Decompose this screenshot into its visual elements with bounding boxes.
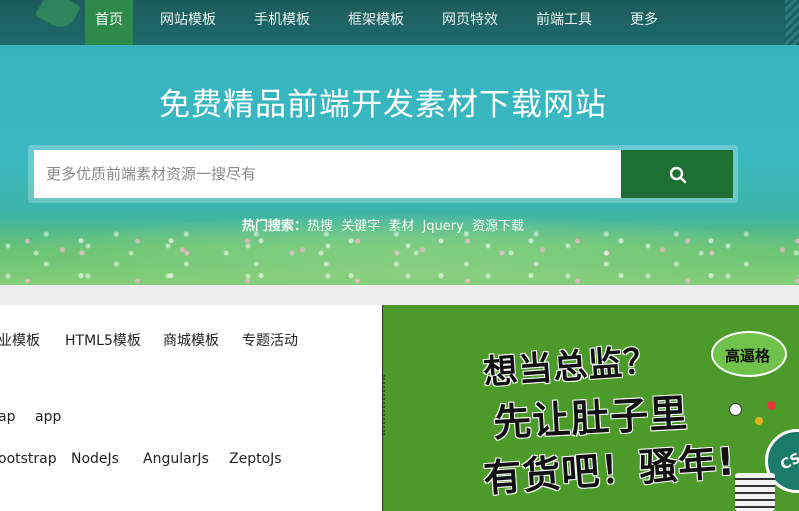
nav-mobile-templates[interactable]: 手机模板: [246, 0, 318, 45]
category-link[interactable]: ap: [0, 409, 15, 425]
nav-website-templates[interactable]: 网站模板: [152, 0, 224, 45]
hot-tag[interactable]: Jquery: [422, 219, 463, 234]
badge-text: 高逼格: [725, 347, 771, 365]
hero-title: 免费精品前端开发素材下载网站: [159, 87, 607, 123]
category-link[interactable]: 业模板: [0, 330, 40, 350]
category-link[interactable]: app: [35, 409, 61, 425]
nav-home[interactable]: 首页: [85, 0, 133, 45]
search-icon: [669, 166, 687, 184]
banner-edge: [383, 375, 387, 435]
section-gap: [0, 285, 799, 305]
top-nav: 首页 网站模板 手机模板 框架模板 网页特效 前端工具 更多: [0, 0, 799, 45]
hot-search-label: 热门搜索：: [242, 219, 308, 234]
leaf-decoration: [34, 0, 82, 33]
deco-dot: [729, 403, 742, 416]
category-link[interactable]: ootstrap: [0, 451, 57, 467]
search-button[interactable]: [621, 150, 733, 198]
nav-web-effects[interactable]: 网页特效: [434, 0, 506, 45]
hot-tag[interactable]: 资源下载: [472, 219, 524, 234]
category-link[interactable]: AngularJs: [143, 451, 209, 467]
category-link[interactable]: 商城模板: [163, 330, 219, 350]
nav-framework-templates[interactable]: 框架模板: [340, 0, 412, 45]
css-ball-text: CSS: [778, 446, 799, 474]
category-links: 业模板 HTML5模板 商城模板 专题活动 ap app ootstrap No…: [0, 305, 382, 511]
nav-more[interactable]: 更多: [622, 0, 666, 45]
grass-decoration: [0, 225, 799, 285]
hot-search: 热门搜索：热搜 关键字 素材 Jquery 资源下载: [242, 215, 528, 234]
category-link[interactable]: HTML5模板: [65, 330, 141, 350]
hero-banner: 免费精品前端开发素材下载网站 热门搜索：热搜 关键字 素材 Jquery 资源下…: [0, 45, 799, 285]
search-box: [28, 145, 738, 203]
category-link[interactable]: 专题活动: [242, 330, 298, 350]
category-link[interactable]: NodeJs: [71, 451, 119, 467]
deco-dot: [755, 417, 763, 425]
nav-frontend-tools[interactable]: 前端工具: [528, 0, 600, 45]
deco-dot: [767, 401, 776, 410]
hot-tag[interactable]: 素材: [388, 219, 414, 234]
decorative-stripes: [785, 0, 799, 45]
category-link[interactable]: ZeptoJs: [229, 451, 282, 467]
search-input[interactable]: [34, 150, 621, 198]
hot-tag[interactable]: 关键字: [341, 219, 380, 234]
page: 首页 网站模板 手机模板 框架模板 网页特效 前端工具 更多 免费精品前端开发素…: [0, 0, 799, 511]
books-illustration: [735, 473, 775, 511]
badge-bubble: 高逼格: [711, 331, 787, 377]
ad-banner[interactable]: 想当总监？ 先让肚子里 有货吧！骚年! 高逼格 CSS: [382, 305, 799, 511]
carousel-dots: [633, 505, 655, 511]
hot-tag[interactable]: 热搜: [307, 219, 333, 234]
